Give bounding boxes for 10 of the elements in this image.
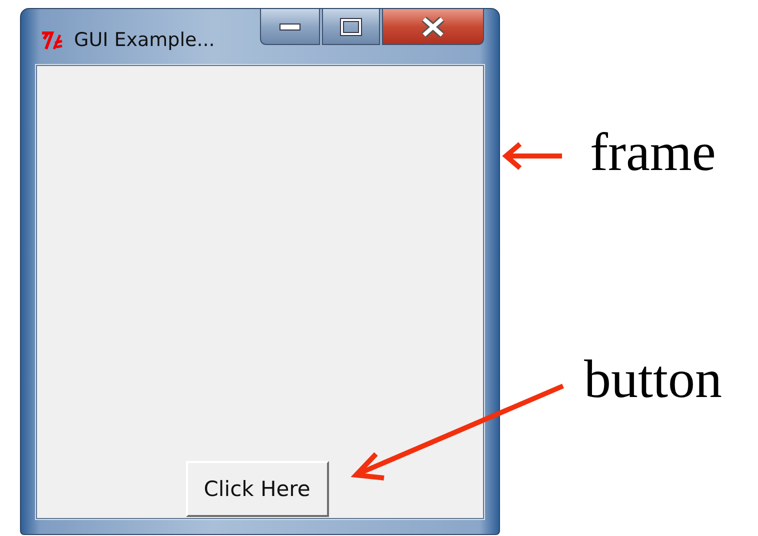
close-icon bbox=[420, 16, 446, 36]
maximize-icon bbox=[340, 18, 362, 36]
annotation-label: frame bbox=[590, 125, 716, 179]
click-here-button[interactable]: Click Here bbox=[186, 461, 328, 517]
window-title: GUI Example... bbox=[74, 29, 215, 51]
minimize-icon bbox=[279, 22, 301, 32]
close-button[interactable] bbox=[382, 9, 484, 45]
annotation-label: button bbox=[584, 352, 722, 406]
minimize-button[interactable] bbox=[260, 9, 320, 45]
maximize-button[interactable] bbox=[322, 9, 380, 45]
